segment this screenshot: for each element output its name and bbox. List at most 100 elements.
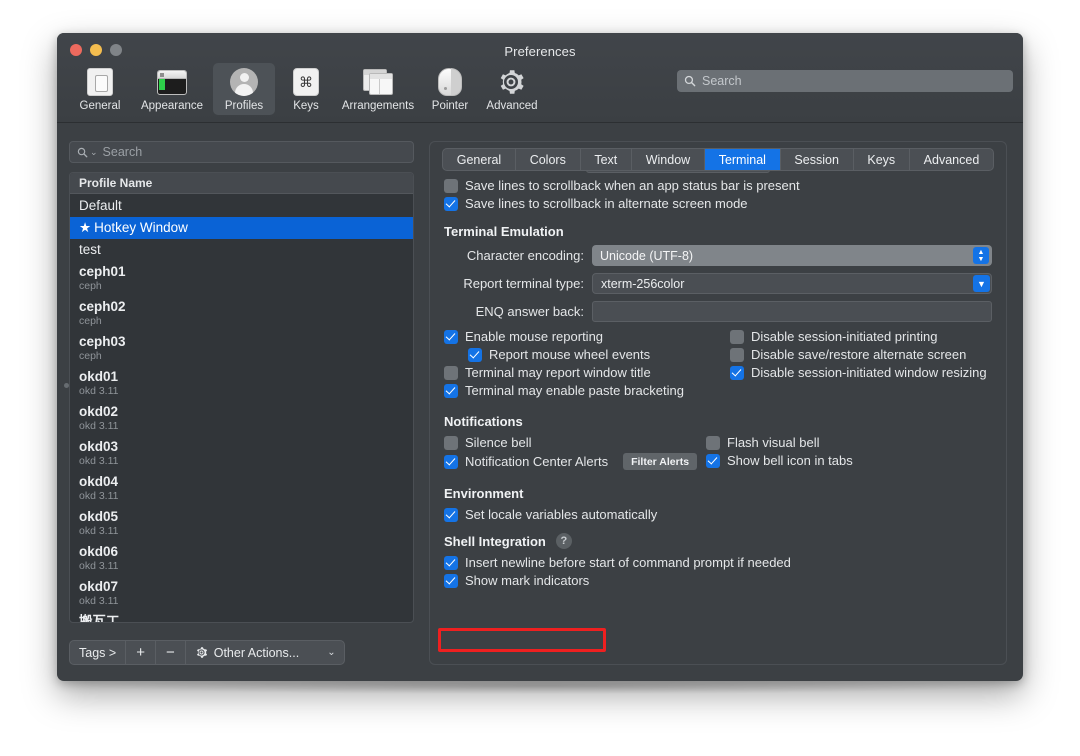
profile-tag: okd 3.11 xyxy=(79,525,119,537)
notifications-grid: Silence bell Notification Center Alerts … xyxy=(444,435,992,473)
checkbox-silence-bell[interactable]: Silence bell xyxy=(444,435,718,450)
checkbox-box[interactable] xyxy=(444,507,458,522)
tab-text[interactable]: Text xyxy=(581,149,632,170)
list-item[interactable]: okd05 okd 3.11 xyxy=(70,506,413,541)
remove-profile-button[interactable]: − xyxy=(156,641,186,664)
checkbox-box[interactable] xyxy=(468,347,482,362)
checkbox-box[interactable] xyxy=(444,383,458,398)
preferences-search-field[interactable]: Search xyxy=(677,70,1013,92)
checkbox-box[interactable] xyxy=(444,555,458,570)
list-item[interactable]: okd04 okd 3.11 xyxy=(70,471,413,506)
checkbox-show-bell-icon-in-tabs[interactable]: Show bell icon in tabs xyxy=(706,453,992,468)
stepper-icon[interactable]: ▲ ▼ xyxy=(973,247,989,264)
other-actions-button[interactable]: Other Actions... ⌄ xyxy=(186,641,344,664)
filter-alerts-button[interactable]: Filter Alerts xyxy=(623,453,698,470)
list-item[interactable]: ceph02 ceph xyxy=(70,296,413,331)
list-item[interactable]: Default xyxy=(70,195,413,217)
list-item[interactable]: ★ Hotkey Window xyxy=(70,217,413,239)
character-encoding-select[interactable]: Unicode (UTF-8) ▲ ▼ xyxy=(592,245,992,266)
checkbox-box[interactable] xyxy=(730,365,744,380)
checkbox-label: Disable save/restore alternate screen xyxy=(751,347,967,362)
help-icon[interactable]: ? xyxy=(555,533,572,549)
list-item[interactable]: ceph01 ceph xyxy=(70,261,413,296)
checkbox-box[interactable] xyxy=(444,196,458,211)
toolbar-item-general[interactable]: General xyxy=(69,63,131,115)
toolbar-item-pointer[interactable]: Pointer xyxy=(419,63,481,115)
tab-general[interactable]: General xyxy=(443,149,516,170)
report-terminal-type-combobox[interactable]: xterm-256color ▼ xyxy=(592,273,992,294)
profile-tag: okd 3.11 xyxy=(79,385,119,397)
list-item[interactable]: okd06 okd 3.11 xyxy=(70,541,413,576)
tab-colors[interactable]: Colors xyxy=(516,149,581,170)
report-terminal-type-row: Report terminal type: xterm-256color ▼ xyxy=(444,273,992,294)
list-item[interactable]: okd02 okd 3.11 xyxy=(70,401,413,436)
window-titlebar: Preferences General Appearance Profiles xyxy=(57,33,1023,123)
pointer-icon xyxy=(435,67,465,97)
checkbox-box[interactable] xyxy=(706,453,720,468)
list-item[interactable]: okd01 okd 3.11 xyxy=(70,366,413,401)
checkbox-flash-visual-bell[interactable]: Flash visual bell xyxy=(706,435,992,450)
profile-name: Default xyxy=(79,198,122,213)
emulation-checkbox-column-right: Disable session-initiated printing Disab… xyxy=(718,329,992,401)
checkbox-label: Enable mouse reporting xyxy=(465,329,604,344)
checkbox-box[interactable] xyxy=(444,329,458,344)
profile-name: okd05 xyxy=(79,509,119,524)
checkbox-box[interactable] xyxy=(706,435,720,450)
checkbox-disable-session-initiated-window-resizing[interactable]: Disable session-initiated window resizin… xyxy=(730,365,992,380)
checkbox-save-lines-app-status-bar[interactable]: Save lines to scrollback when an app sta… xyxy=(444,178,992,193)
toolbar-item-keys[interactable]: ⌘ Keys xyxy=(275,63,337,115)
report-terminal-type-label: Report terminal type: xyxy=(463,276,584,291)
checkbox-label: Disable session-initiated printing xyxy=(751,329,938,344)
toolbar-item-arrangements[interactable]: Arrangements xyxy=(337,63,419,115)
list-item[interactable]: test xyxy=(70,239,413,261)
preferences-content: ⌄ Search Profile Name Default ★ Hotkey Wi… xyxy=(57,123,1023,681)
checkbox-box[interactable] xyxy=(444,573,458,588)
tab-window[interactable]: Window xyxy=(632,149,705,170)
checkbox-notification-center-alerts[interactable]: Notification Center Alerts Filter Alerts xyxy=(444,453,718,470)
checkbox-set-locale-variables[interactable]: Set locale variables automatically xyxy=(444,507,992,522)
checkbox-box[interactable] xyxy=(444,365,458,380)
checkbox-box[interactable] xyxy=(444,454,458,469)
tab-advanced[interactable]: Advanced xyxy=(910,149,993,170)
checkbox-enable-mouse-reporting[interactable]: Enable mouse reporting xyxy=(444,329,718,344)
checkbox-terminal-may-enable-paste-bracketing[interactable]: Terminal may enable paste bracketing xyxy=(444,383,718,398)
tags-button[interactable]: Tags > xyxy=(70,641,127,664)
checkbox-show-mark-indicators[interactable]: Show mark indicators xyxy=(444,573,992,588)
profile-list-column-header: Profile Name xyxy=(70,173,413,194)
checkbox-box[interactable] xyxy=(444,435,458,450)
checkbox-box[interactable] xyxy=(730,329,744,344)
profile-tag: ceph xyxy=(79,315,102,327)
enq-answer-back-input[interactable] xyxy=(592,301,992,322)
toolbar-label-arrangements: Arrangements xyxy=(341,100,415,112)
chevron-down-icon[interactable]: ▼ xyxy=(973,275,990,292)
add-profile-button[interactable]: + xyxy=(126,641,156,664)
checkbox-disable-session-initiated-printing[interactable]: Disable session-initiated printing xyxy=(730,329,992,344)
toolbar-item-advanced[interactable]: Advanced xyxy=(481,63,543,115)
checkbox-disable-save-restore-alternate-screen[interactable]: Disable save/restore alternate screen xyxy=(730,347,992,362)
profile-search-input[interactable]: ⌄ Search xyxy=(69,141,414,163)
list-item[interactable]: okd07 okd 3.11 xyxy=(70,576,413,611)
checkbox-label: Notification Center Alerts xyxy=(465,454,609,469)
tab-session[interactable]: Session xyxy=(781,149,854,170)
profile-name: okd07 xyxy=(79,579,119,594)
keys-icon: ⌘ xyxy=(291,67,321,97)
tab-keys[interactable]: Keys xyxy=(854,149,910,170)
list-item[interactable]: ceph03 ceph xyxy=(70,331,413,366)
list-item[interactable]: 搬瓦工 xyxy=(70,611,413,622)
profiles-icon xyxy=(229,67,259,97)
checkbox-terminal-may-report-window-title[interactable]: Terminal may report window title xyxy=(444,365,718,380)
notifications-column-left: Silence bell Notification Center Alerts … xyxy=(444,435,718,473)
list-item[interactable]: okd03 okd 3.11 xyxy=(70,436,413,471)
checkbox-save-lines-alternate-screen[interactable]: Save lines to scrollback in alternate sc… xyxy=(444,196,992,211)
window-title: Preferences xyxy=(504,44,576,59)
chevron-down-icon[interactable]: ⌄ xyxy=(90,147,98,158)
emulation-checkbox-column-left: Enable mouse reporting Report mouse whee… xyxy=(444,329,718,401)
checkbox-box[interactable] xyxy=(730,347,744,362)
tab-terminal[interactable]: Terminal xyxy=(704,149,781,170)
profile-name: okd02 xyxy=(79,404,119,419)
toolbar-item-appearance[interactable]: Appearance xyxy=(131,63,213,115)
checkbox-box[interactable] xyxy=(444,178,458,193)
checkbox-report-mouse-wheel-events[interactable]: Report mouse wheel events xyxy=(444,347,718,362)
toolbar-item-profiles[interactable]: Profiles xyxy=(213,63,275,115)
checkbox-insert-newline-before-prompt[interactable]: Insert newline before start of command p… xyxy=(444,555,992,570)
